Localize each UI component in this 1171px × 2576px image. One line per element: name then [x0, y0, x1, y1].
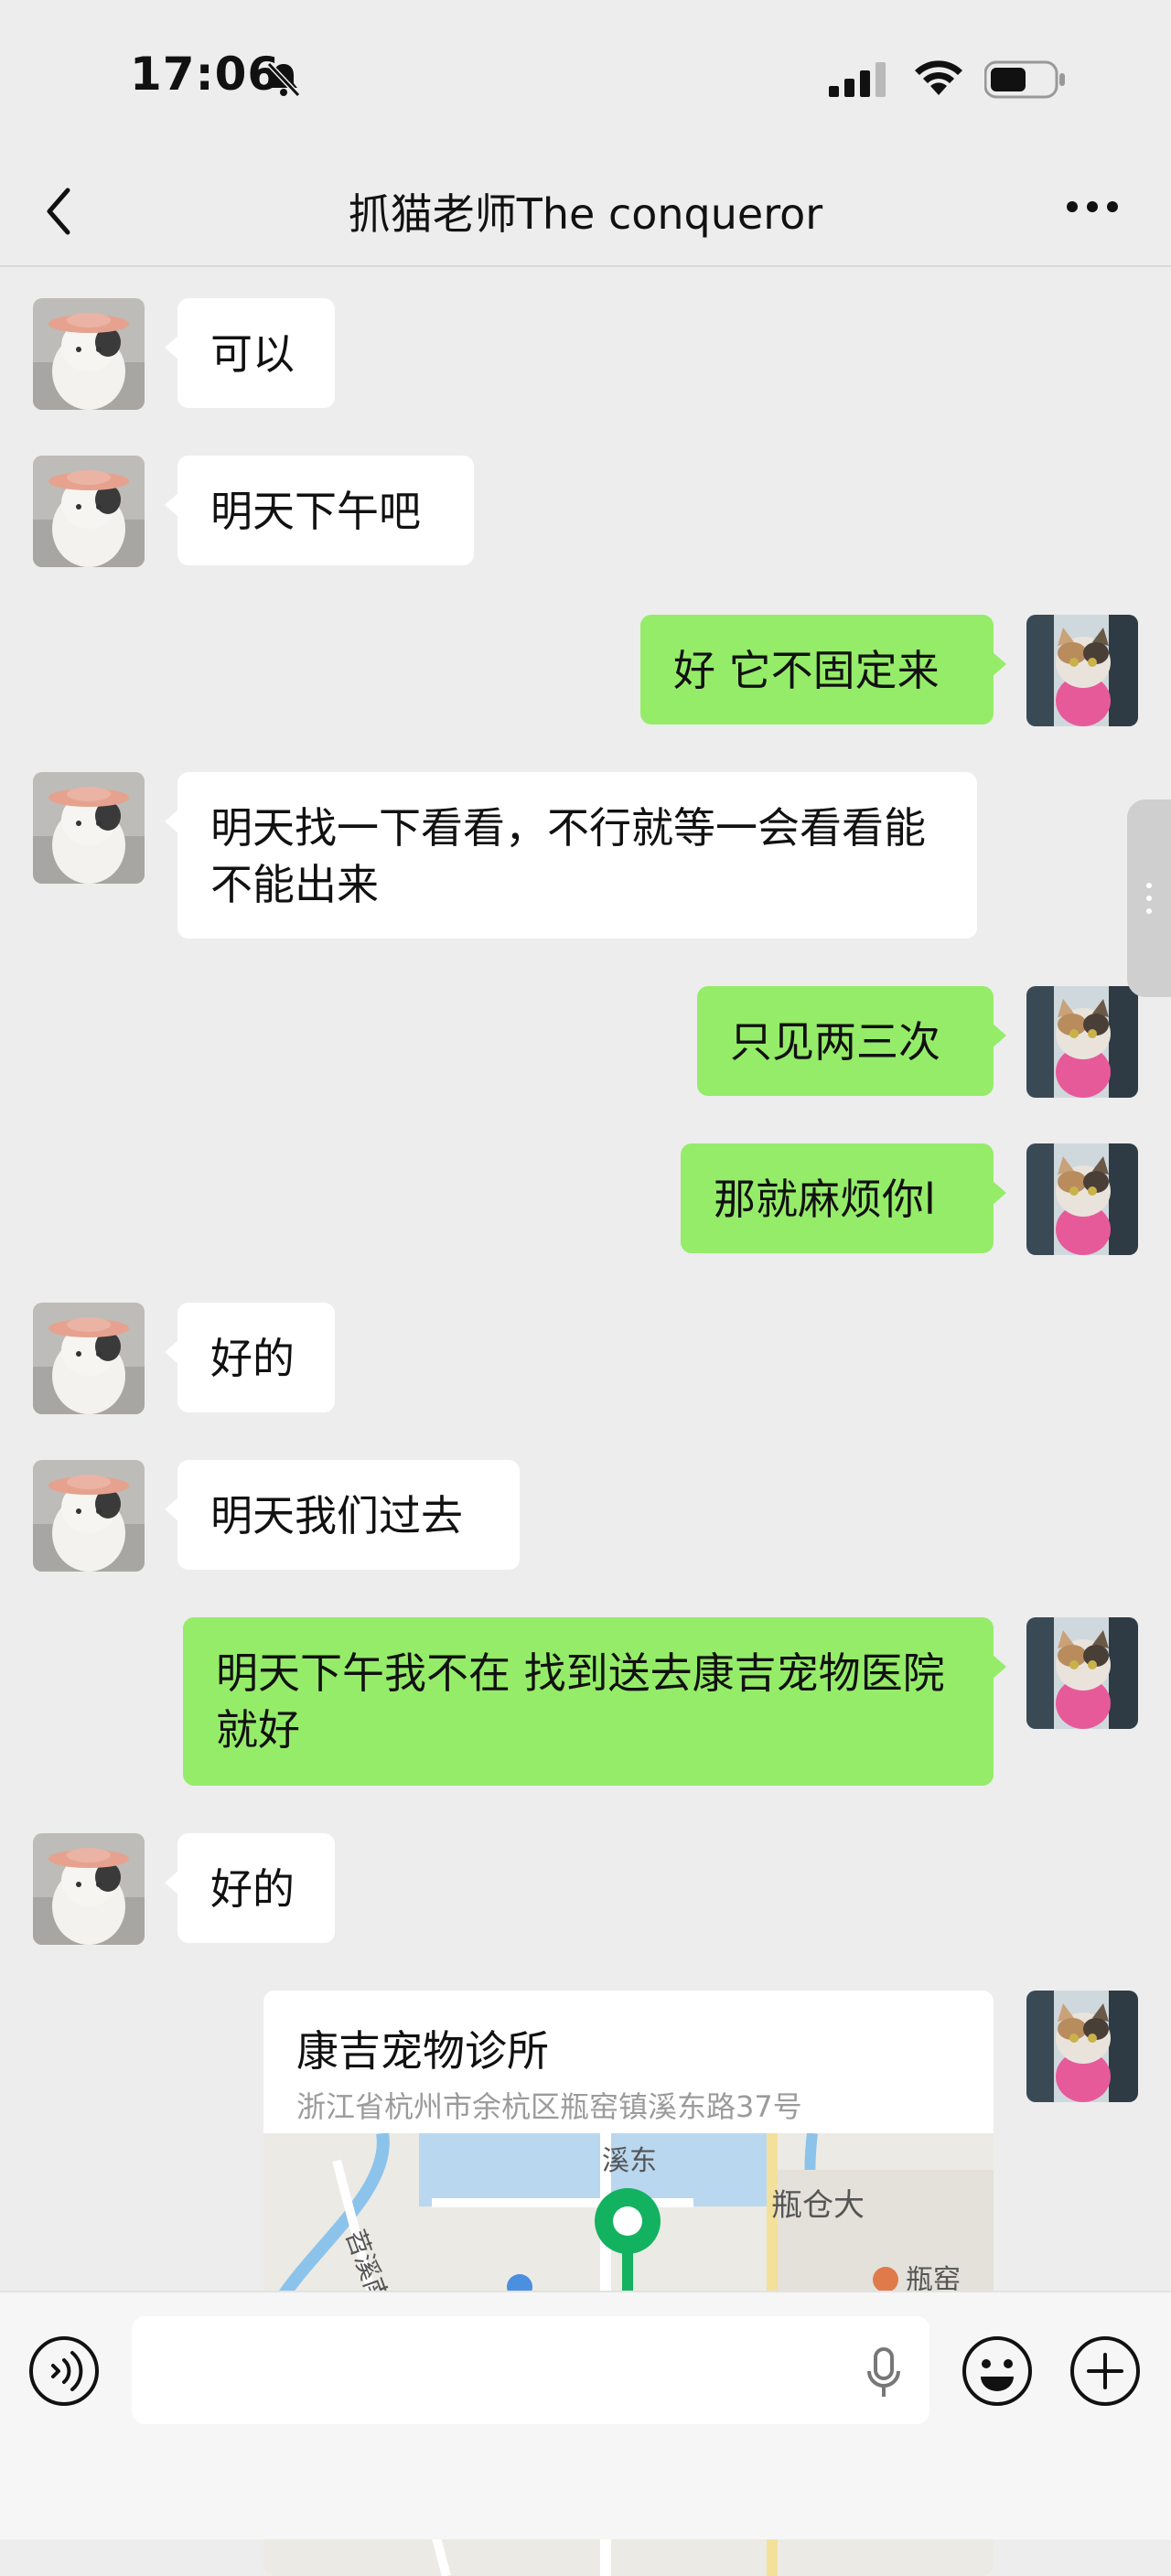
input-bar [0, 2291, 1171, 2539]
battery-icon [984, 60, 1065, 99]
side-handle[interactable] [1127, 800, 1171, 997]
contact-avatar[interactable] [33, 1303, 145, 1414]
message-bubble-outgoing[interactable]: 那就麻烦你l [681, 1143, 1006, 1253]
chat-header: 抓猫老师The conqueror [0, 156, 1171, 267]
bell-slash-icon [266, 61, 301, 98]
my-avatar[interactable] [1026, 986, 1138, 1098]
my-avatar[interactable] [1026, 615, 1138, 726]
message-bubble-outgoing[interactable]: 只见两三次 [697, 986, 1006, 1096]
microphone-icon[interactable] [865, 2347, 902, 2399]
emoji-icon[interactable] [961, 2334, 1034, 2408]
contact-avatar[interactable] [33, 1460, 145, 1572]
message-bubble-incoming[interactable]: 好的 [165, 1303, 335, 1412]
contact-avatar[interactable] [33, 456, 145, 567]
my-avatar[interactable] [1026, 1143, 1138, 1255]
message-bubble-incoming[interactable]: 明天下午吧 [165, 456, 474, 565]
status-time: 17:06 [130, 48, 281, 101]
contact-avatar[interactable] [33, 772, 145, 884]
my-avatar[interactable] [1026, 1991, 1138, 2102]
my-avatar[interactable] [1026, 1617, 1138, 1729]
wifi-icon [915, 60, 962, 95]
plus-circle-icon[interactable] [1069, 2334, 1142, 2408]
message-bubble-incoming[interactable]: 明天找一下看看，不行就等一会看看能不能出来 [165, 772, 977, 939]
map-label-road: 溪东 [602, 2145, 657, 2177]
more-dots-icon[interactable] [1065, 196, 1120, 218]
message-input[interactable] [132, 2316, 929, 2424]
status-bar: 17:06 [0, 0, 1171, 156]
location-address: 浙江省杭州市余杭区瓶窑镇溪东路37号 [296, 2089, 802, 2124]
message-bubble-incoming[interactable]: 可以 [165, 298, 335, 408]
signal-icon [829, 62, 886, 97]
chat-title: 抓猫老师The conqueror [348, 189, 823, 239]
message-bubble-outgoing[interactable]: 明天下午我不在 找到送去康吉宠物医院就好 [183, 1617, 1006, 1786]
location-name: 康吉宠物诊所 [296, 2026, 549, 2076]
contact-avatar[interactable] [33, 1833, 145, 1945]
message-bubble-outgoing[interactable]: 好 它不固定来 [640, 615, 1006, 724]
message-bubble-incoming[interactable]: 明天我们过去 [165, 1460, 520, 1570]
contact-avatar[interactable] [33, 298, 145, 410]
map-label-road: 瓶仓大 [771, 2187, 865, 2224]
message-bubble-incoming[interactable]: 好的 [165, 1833, 335, 1943]
voice-icon[interactable] [27, 2334, 101, 2408]
